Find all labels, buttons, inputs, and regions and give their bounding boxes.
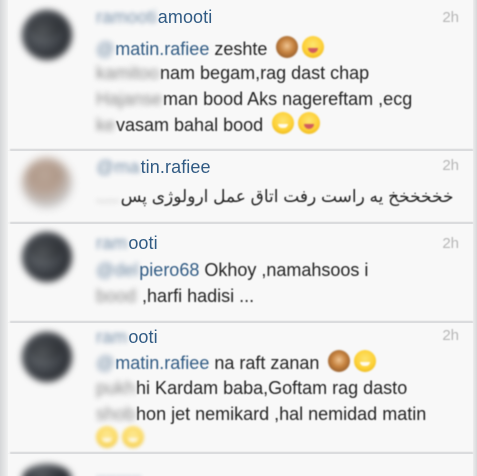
squinting-tongue-face-icon [302, 36, 325, 58]
username-visible-part: ooti [128, 327, 158, 347]
comment-text: خخخخخخ یه راست رفت اتاق عمل ارولوژی پس [120, 187, 454, 206]
see-no-evil-monkey-icon [328, 350, 351, 372]
grinning-face-icon [272, 112, 295, 134]
comment-username[interactable]: ......... [96, 462, 142, 476]
comment-line: Hajanseman bood Aks nagereftam ,ecg [96, 87, 412, 111]
comment-line: shobhon jet nemikard ,hal nemidad matin [96, 402, 426, 426]
comment-line: pukhhi Kardam baba,Goftam rag dasto [96, 376, 407, 400]
comment-line: @delpiero68 Okhoy ,namahsoos i [96, 258, 368, 282]
comment-text: hon jet nemikard ,hal nemidad matin [136, 404, 427, 424]
comment-item: ramootiamooti 2h @matin.rafiee zeshte ka… [8, 0, 473, 150]
squinting-tongue-face-icon [298, 112, 321, 134]
comment-text: nam begam,rag dast chap [160, 63, 370, 83]
text-blurred-part: ..... [96, 187, 120, 206]
mention-visible-part: matin.rafiee [115, 39, 210, 59]
mention-blurred-part: @ [96, 353, 115, 373]
comment-line: @matin.rafiee zeshte [96, 36, 325, 61]
username-visible-part: tin.rafiee [140, 157, 211, 177]
grinning-face-icon [96, 426, 118, 448]
comment-username[interactable]: ramootiamooti [96, 7, 212, 27]
see-no-evil-monkey-icon [276, 36, 299, 58]
mention-link[interactable]: @delpiero68 [96, 260, 199, 280]
comment-text: ,harfi hadisi ... [137, 286, 255, 306]
comment-timestamp: 2h [442, 9, 459, 26]
comment-item: ramooti 2h @matin.rafiee na raft zanan p… [8, 323, 473, 453]
comment-line: ke vasam bahal bood [96, 112, 321, 137]
comment-text: zeshte [209, 39, 268, 59]
avatar[interactable] [22, 332, 72, 382]
username-visible-part: amooti [157, 7, 213, 27]
avatar[interactable] [22, 464, 72, 476]
mention-visible-part: matin.rafiee [115, 353, 210, 373]
avatar[interactable] [22, 158, 72, 208]
comment-timestamp: 2h [442, 235, 459, 252]
grinning-face-icon [122, 426, 144, 448]
comment-item: ramooti 2h @delpiero68 Okhoy ,namahsoos … [8, 224, 473, 322]
username-blurred-part: ram [96, 233, 128, 253]
avatar[interactable] [22, 10, 72, 60]
text-blurred-part: shob [96, 404, 136, 424]
grinning-face-icon [354, 350, 377, 372]
comment-line: خخخخخخ یه راست رفت اتاق عمل ارولوژی پس..… [96, 185, 466, 209]
comment-text: vasam bahal bood [116, 115, 264, 135]
mention-link[interactable]: @matin.rafiee [96, 39, 209, 59]
mention-visible-part: piero68 [139, 260, 200, 280]
comment-item: @matin.rafiee 2h خخخخخخ یه راست رفت اتاق… [8, 151, 473, 222]
comment-text: na raft zanan [209, 353, 320, 373]
text-blurred-part: pukh [96, 378, 136, 398]
username-blurred-part: @ma [96, 157, 140, 177]
mention-blurred-part: @ [96, 39, 115, 59]
avatar[interactable] [22, 232, 72, 282]
username-visible-part: ooti [128, 233, 158, 253]
comment-line [96, 426, 144, 451]
comment-username[interactable]: ramooti [96, 327, 158, 347]
comment-item-partial: ......... [8, 454, 473, 476]
comment-text: hi Kardam baba,Goftam rag dasto [136, 378, 408, 398]
comment-line: @matin.rafiee na raft zanan [96, 350, 377, 375]
comment-username[interactable]: @matin.rafiee [96, 157, 211, 177]
username-blurred-part: ramooti [96, 7, 157, 27]
text-blurred-part: kamitoo [96, 63, 160, 83]
comment-line: kamitoonam begam,rag dast chap [96, 61, 369, 85]
comment-timestamp: 2h [442, 157, 459, 174]
text-blurred-part: Hajanse [96, 89, 163, 109]
comment-username[interactable]: ramooti [96, 233, 158, 253]
text-blurred-part: bood [96, 286, 137, 306]
comment-text: man bood Aks nagereftam ,ecg [163, 89, 413, 109]
comment-timestamp: 2h [442, 327, 459, 344]
comments-screen: ramootiamooti 2h @matin.rafiee zeshte ka… [0, 0, 477, 476]
mention-link[interactable]: @matin.rafiee [96, 353, 209, 373]
mention-blurred-part: @del [96, 260, 139, 280]
username-blurred-part: ram [96, 327, 128, 347]
text-blurred-part: ke [96, 115, 116, 135]
comment-text: Okhoy ,namahsoos i [199, 260, 369, 280]
comment-line: bood ,harfi hadisi ... [96, 284, 254, 308]
